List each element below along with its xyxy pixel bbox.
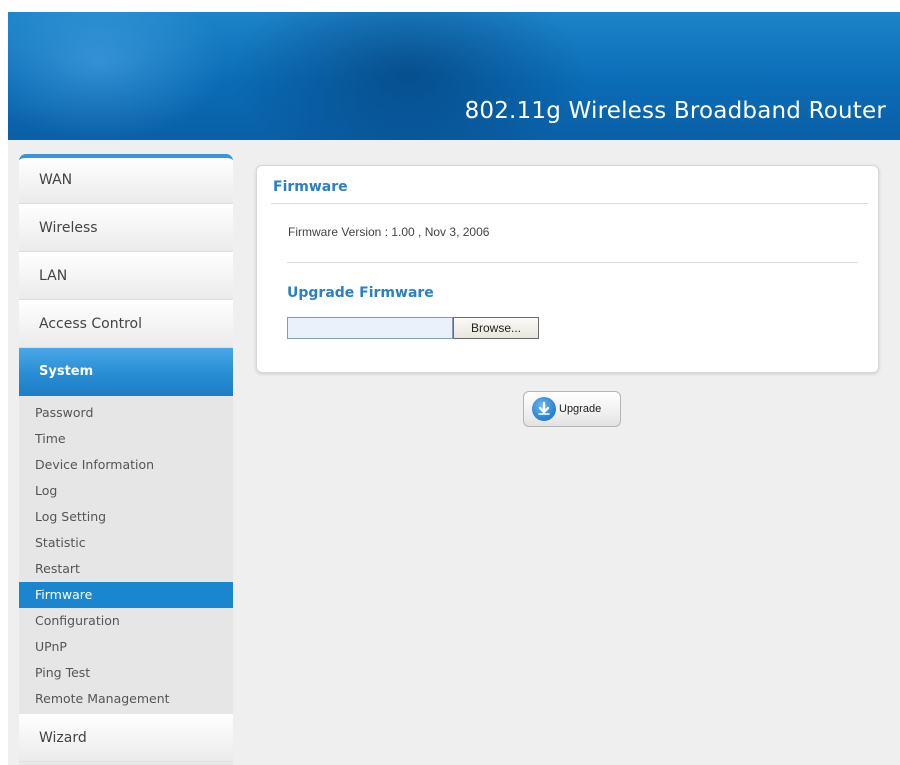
submenu-item-remote-management[interactable]: Remote Management xyxy=(19,686,233,712)
sidebar-item-system[interactable]: System xyxy=(19,348,233,396)
section-divider xyxy=(287,262,858,263)
submenu-item-restart[interactable]: Restart xyxy=(19,556,233,582)
firmware-version-text: Firmware Version : 1.00 , Nov 3, 2006 xyxy=(288,225,490,239)
section-title: Firmware xyxy=(273,179,348,195)
router-title: 802.11g Wireless Broadband Router xyxy=(464,98,886,124)
firmware-file-input[interactable] xyxy=(287,317,453,339)
submenu-item-log-setting[interactable]: Log Setting xyxy=(19,504,233,530)
submenu-item-upnp[interactable]: UPnP xyxy=(19,634,233,660)
submenu-item-device-information[interactable]: Device Information xyxy=(19,452,233,478)
download-arrow-icon xyxy=(532,397,556,421)
system-submenu: Password Time Device Information Log Log… xyxy=(19,396,233,714)
title-divider xyxy=(271,203,868,204)
submenu-item-configuration[interactable]: Configuration xyxy=(19,608,233,634)
upgrade-firmware-title: Upgrade Firmware xyxy=(287,285,434,301)
browse-button[interactable]: Browse... xyxy=(453,317,539,339)
sidebar: WAN Wireless LAN Access Control System P… xyxy=(19,154,233,765)
sidebar-item-wireless[interactable]: Wireless xyxy=(19,204,233,252)
submenu-item-statistic[interactable]: Statistic xyxy=(19,530,233,556)
submenu-item-ping-test[interactable]: Ping Test xyxy=(19,660,233,686)
sidebar-item-wan[interactable]: WAN xyxy=(19,158,233,204)
header-banner: 802.11g Wireless Broadband Router xyxy=(8,12,900,140)
upgrade-button[interactable]: Upgrade xyxy=(523,391,621,427)
submenu-item-log[interactable]: Log xyxy=(19,478,233,504)
sidebar-item-wizard[interactable]: Wizard xyxy=(19,714,233,762)
submenu-item-firmware[interactable]: Firmware xyxy=(19,582,233,608)
upgrade-button-label: Upgrade xyxy=(559,403,602,415)
firmware-panel: Firmware Firmware Version : 1.00 , Nov 3… xyxy=(256,165,879,373)
submenu-item-time[interactable]: Time xyxy=(19,426,233,452)
main-area: WAN Wireless LAN Access Control System P… xyxy=(8,140,900,765)
sidebar-item-access-control[interactable]: Access Control xyxy=(19,300,233,348)
sidebar-item-lan[interactable]: LAN xyxy=(19,252,233,300)
submenu-item-password[interactable]: Password xyxy=(19,400,233,426)
